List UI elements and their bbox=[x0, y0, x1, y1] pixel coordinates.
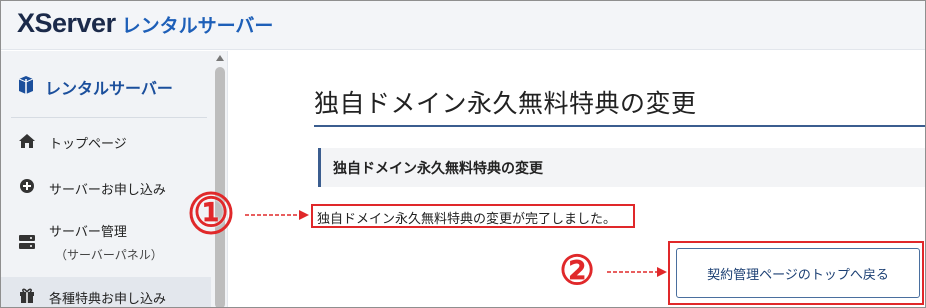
screenshot-frame: XServer レンタルサーバー レンタルサーバー トップページ サーバーお申し… bbox=[0, 0, 926, 308]
annotation-arrow-1 bbox=[245, 210, 309, 220]
back-to-contract-top-button[interactable]: 契約管理ページのトップへ戻る bbox=[676, 248, 920, 298]
server-cube-icon bbox=[18, 76, 34, 98]
top-header: XServer レンタルサーバー bbox=[1, 1, 925, 50]
scrollbar-thumb[interactable] bbox=[215, 67, 225, 307]
sidebar-item-label: 各種特典お申し込み bbox=[49, 291, 167, 307]
sidebar-item-label: サーバー管理 bbox=[49, 225, 127, 240]
sidebar-item-server-manage[interactable]: サーバー管理 （サーバーパネル） bbox=[19, 221, 163, 263]
gift-icon bbox=[19, 287, 35, 307]
sidebar-scrollbar[interactable] bbox=[213, 51, 227, 307]
sidebar-title-label: レンタルサーバー bbox=[45, 79, 173, 98]
completion-message-text: 独自ドメイン永久無料特典の変更が完了しました。 bbox=[317, 212, 617, 227]
plus-circle-icon bbox=[19, 178, 35, 198]
annotation-marker-1: ① bbox=[187, 189, 235, 237]
sidebar-item-label: サーバーお申し込み bbox=[49, 182, 166, 198]
sidebar-divider bbox=[11, 117, 207, 118]
xserver-logo[interactable]: XServer レンタルサーバー bbox=[17, 8, 273, 42]
annotation-marker-2-label: ② bbox=[559, 247, 595, 294]
title-underline bbox=[314, 125, 925, 127]
section-heading: 独自ドメイン永久無料特典の変更 bbox=[318, 148, 925, 187]
sidebar-item-server-apply[interactable]: サーバーお申し込み bbox=[19, 178, 166, 198]
sidebar-title[interactable]: レンタルサーバー bbox=[18, 74, 173, 100]
annotation-marker-1-label: ① bbox=[193, 189, 229, 236]
sidebar: レンタルサーバー トップページ サーバーお申し込み サーバー管理 （サーバーパネ… bbox=[1, 51, 227, 307]
server-icon bbox=[19, 234, 35, 253]
logo-sub-text: レンタルサーバー bbox=[121, 15, 274, 37]
sidebar-item-top-page[interactable]: トップページ bbox=[19, 133, 127, 152]
section-heading-text: 独自ドメイン永久無料特典の変更 bbox=[333, 161, 543, 177]
sidebar-item-sublabel: （サーバーパネル） bbox=[55, 248, 163, 262]
sidebar-item-benefit-apply[interactable]: 各種特典お申し込み bbox=[19, 287, 166, 307]
annotation-marker-2: ② bbox=[553, 247, 601, 295]
sidebar-item-label: トップページ bbox=[49, 137, 127, 152]
completion-message: 独自ドメイン永久無料特典の変更が完了しました。 bbox=[311, 204, 635, 228]
scroll-up-arrow-icon[interactable] bbox=[216, 55, 224, 61]
annotation-arrow-2 bbox=[607, 267, 667, 277]
home-icon bbox=[19, 133, 35, 152]
logo-main-text: XServer bbox=[17, 8, 116, 38]
page-title: 独自ドメイン永久無料特典の変更 bbox=[314, 89, 697, 118]
